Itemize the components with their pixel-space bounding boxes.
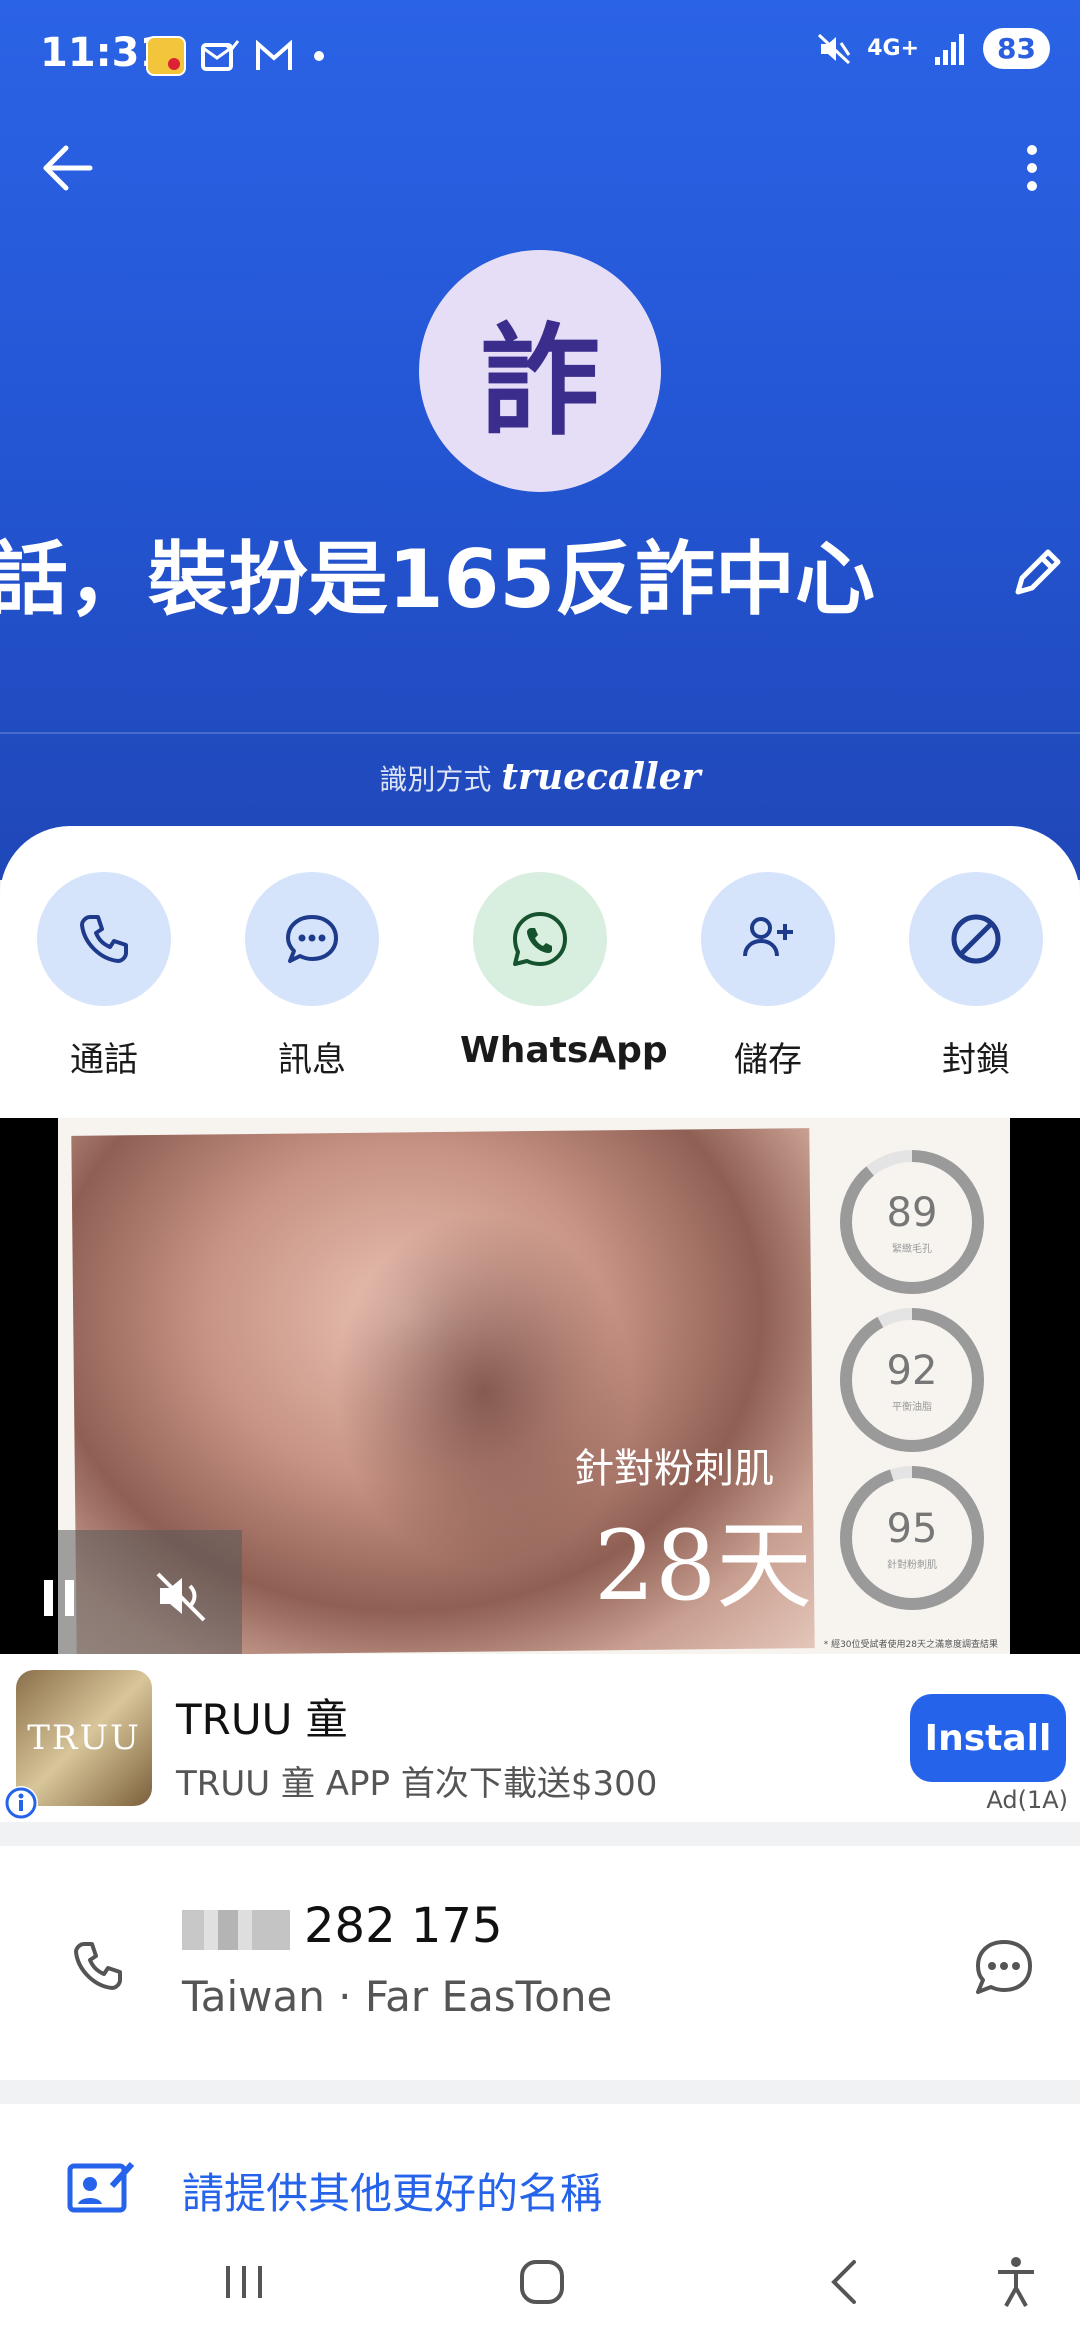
carrier-info: Taiwan · Far EasTone bbox=[182, 1972, 613, 2021]
message-action[interactable]: 訊息 bbox=[232, 872, 392, 1081]
ad-gauge: 92 平衡油脂 bbox=[838, 1306, 986, 1454]
ad-app-logo[interactable]: TRUU bbox=[16, 1670, 152, 1806]
header-divider bbox=[0, 732, 1080, 734]
notification-icons bbox=[146, 36, 324, 76]
message-icon[interactable] bbox=[970, 1934, 1038, 2002]
accessibility-icon[interactable] bbox=[986, 2252, 1046, 2312]
network-type: 4G+ bbox=[867, 36, 920, 61]
gauge-value: 95 bbox=[886, 1506, 938, 1552]
gauge-value: 92 bbox=[886, 1348, 938, 1394]
system-status-icons: 4G+ 83 bbox=[817, 28, 1050, 69]
block-icon bbox=[951, 914, 1001, 964]
ad-label: Ad(1A) bbox=[986, 1786, 1068, 1814]
phone-icon[interactable] bbox=[68, 1936, 132, 2000]
install-button[interactable]: Install bbox=[910, 1694, 1066, 1782]
back-arrow-icon[interactable] bbox=[36, 136, 100, 200]
video-controls bbox=[58, 1530, 242, 1654]
block-label: 封鎖 bbox=[942, 1040, 1010, 1080]
ad-gauges: 89 緊緻毛孔 92 平衡油脂 95 針對粉刺肌 bbox=[838, 1148, 998, 1622]
mute-icon bbox=[818, 33, 851, 64]
ad-logo-text: TRUU bbox=[27, 1718, 141, 1758]
whatsapp-icon bbox=[513, 912, 567, 966]
ad-gauge: 89 緊緻毛孔 bbox=[838, 1148, 986, 1296]
ad-info-icon[interactable] bbox=[4, 1786, 38, 1820]
signal-icon bbox=[935, 33, 965, 65]
home-icon[interactable] bbox=[512, 2252, 572, 2312]
battery-level: 83 bbox=[983, 28, 1050, 69]
contact-name-container: 話，裝扮是165反詐中心 bbox=[0, 530, 1000, 630]
suggest-name-link[interactable]: 請提供其他更好的名稱 bbox=[182, 2160, 602, 2221]
video-mute-icon[interactable] bbox=[152, 1566, 212, 1626]
contact-name: 話，裝扮是165反詐中心 bbox=[0, 533, 875, 626]
ad-title: TRUU 童 bbox=[176, 1695, 348, 1744]
ad-overlay-line2: 28天 bbox=[594, 1510, 813, 1622]
gauge-caption: 緊緻毛孔 bbox=[892, 1244, 932, 1255]
pause-icon[interactable] bbox=[40, 1576, 80, 1620]
ad-info-bar[interactable]: TRUU TRUU 童 TRUU 童 APP 首次下載送$300 Install… bbox=[0, 1654, 1080, 1822]
back-nav-icon[interactable] bbox=[816, 2252, 876, 2312]
edit-pencil-icon[interactable] bbox=[1006, 540, 1070, 604]
save-action[interactable]: 儲存 bbox=[688, 872, 848, 1081]
system-nav-bar bbox=[0, 2222, 1080, 2340]
recent-apps-icon[interactable] bbox=[214, 2252, 274, 2312]
ad-footnote: * 經30位受試者使用28天之滿意度調查結果 bbox=[823, 1640, 998, 1650]
mail-check-icon bbox=[201, 40, 240, 71]
gauge-caption: 平衡油脂 bbox=[892, 1402, 932, 1413]
ad-overlay-line1: 針對粉刺肌 bbox=[574, 1446, 774, 1492]
status-bar: 11:31 4G+ 83 bbox=[0, 0, 1080, 110]
phone-icon bbox=[80, 915, 128, 963]
phone-number: 282 175 bbox=[304, 1898, 503, 1954]
more-notifications-dot bbox=[314, 51, 324, 61]
contact-page: 11:31 4G+ 83 詐 話，裝扮是165反詐中心 識別方式 truecal… bbox=[0, 0, 1080, 2340]
identified-by: 識別方式 truecaller bbox=[0, 756, 1080, 798]
call-action[interactable]: 通話 bbox=[24, 872, 184, 1081]
message-label: 訊息 bbox=[278, 1040, 346, 1080]
gauge-caption: 針對粉刺肌 bbox=[887, 1560, 937, 1571]
whatsapp-label: WhatsApp bbox=[460, 1030, 668, 1071]
phone-number-card[interactable]: 282 175 Taiwan · Far EasTone bbox=[0, 1846, 1080, 2080]
block-action[interactable]: 封鎖 bbox=[896, 872, 1056, 1081]
gmail-icon bbox=[256, 40, 292, 70]
block-button[interactable] bbox=[909, 872, 1043, 1006]
whatsapp-action[interactable]: WhatsApp bbox=[460, 872, 668, 1071]
message-icon bbox=[286, 915, 338, 963]
app-notification-icon bbox=[146, 36, 186, 76]
contact-header: 11:31 4G+ 83 詐 話，裝扮是165反詐中心 識別方式 truecal… bbox=[0, 0, 1080, 880]
save-label: 儲存 bbox=[734, 1040, 802, 1080]
whatsapp-button[interactable] bbox=[473, 872, 607, 1006]
avatar: 詐 bbox=[419, 250, 661, 492]
add-person-icon bbox=[743, 917, 793, 957]
more-options-icon[interactable] bbox=[1012, 136, 1052, 200]
redacted-number-prefix bbox=[182, 1910, 290, 1950]
identified-by-label: 識別方式 bbox=[379, 763, 492, 796]
action-bar: 通話 訊息 WhatsApp 儲存 封鎖 bbox=[0, 826, 1080, 1120]
call-button[interactable] bbox=[37, 872, 171, 1006]
ad-gauge: 95 針對粉刺肌 bbox=[838, 1464, 986, 1612]
call-label: 通話 bbox=[70, 1040, 138, 1080]
truecaller-logo: truecaller bbox=[501, 756, 701, 798]
ad-description: TRUU 童 APP 首次下載送$300 bbox=[176, 1764, 658, 1804]
suggest-name-icon bbox=[67, 2161, 135, 2213]
save-button[interactable] bbox=[701, 872, 835, 1006]
gauge-value: 89 bbox=[886, 1190, 938, 1236]
message-button[interactable] bbox=[245, 872, 379, 1006]
